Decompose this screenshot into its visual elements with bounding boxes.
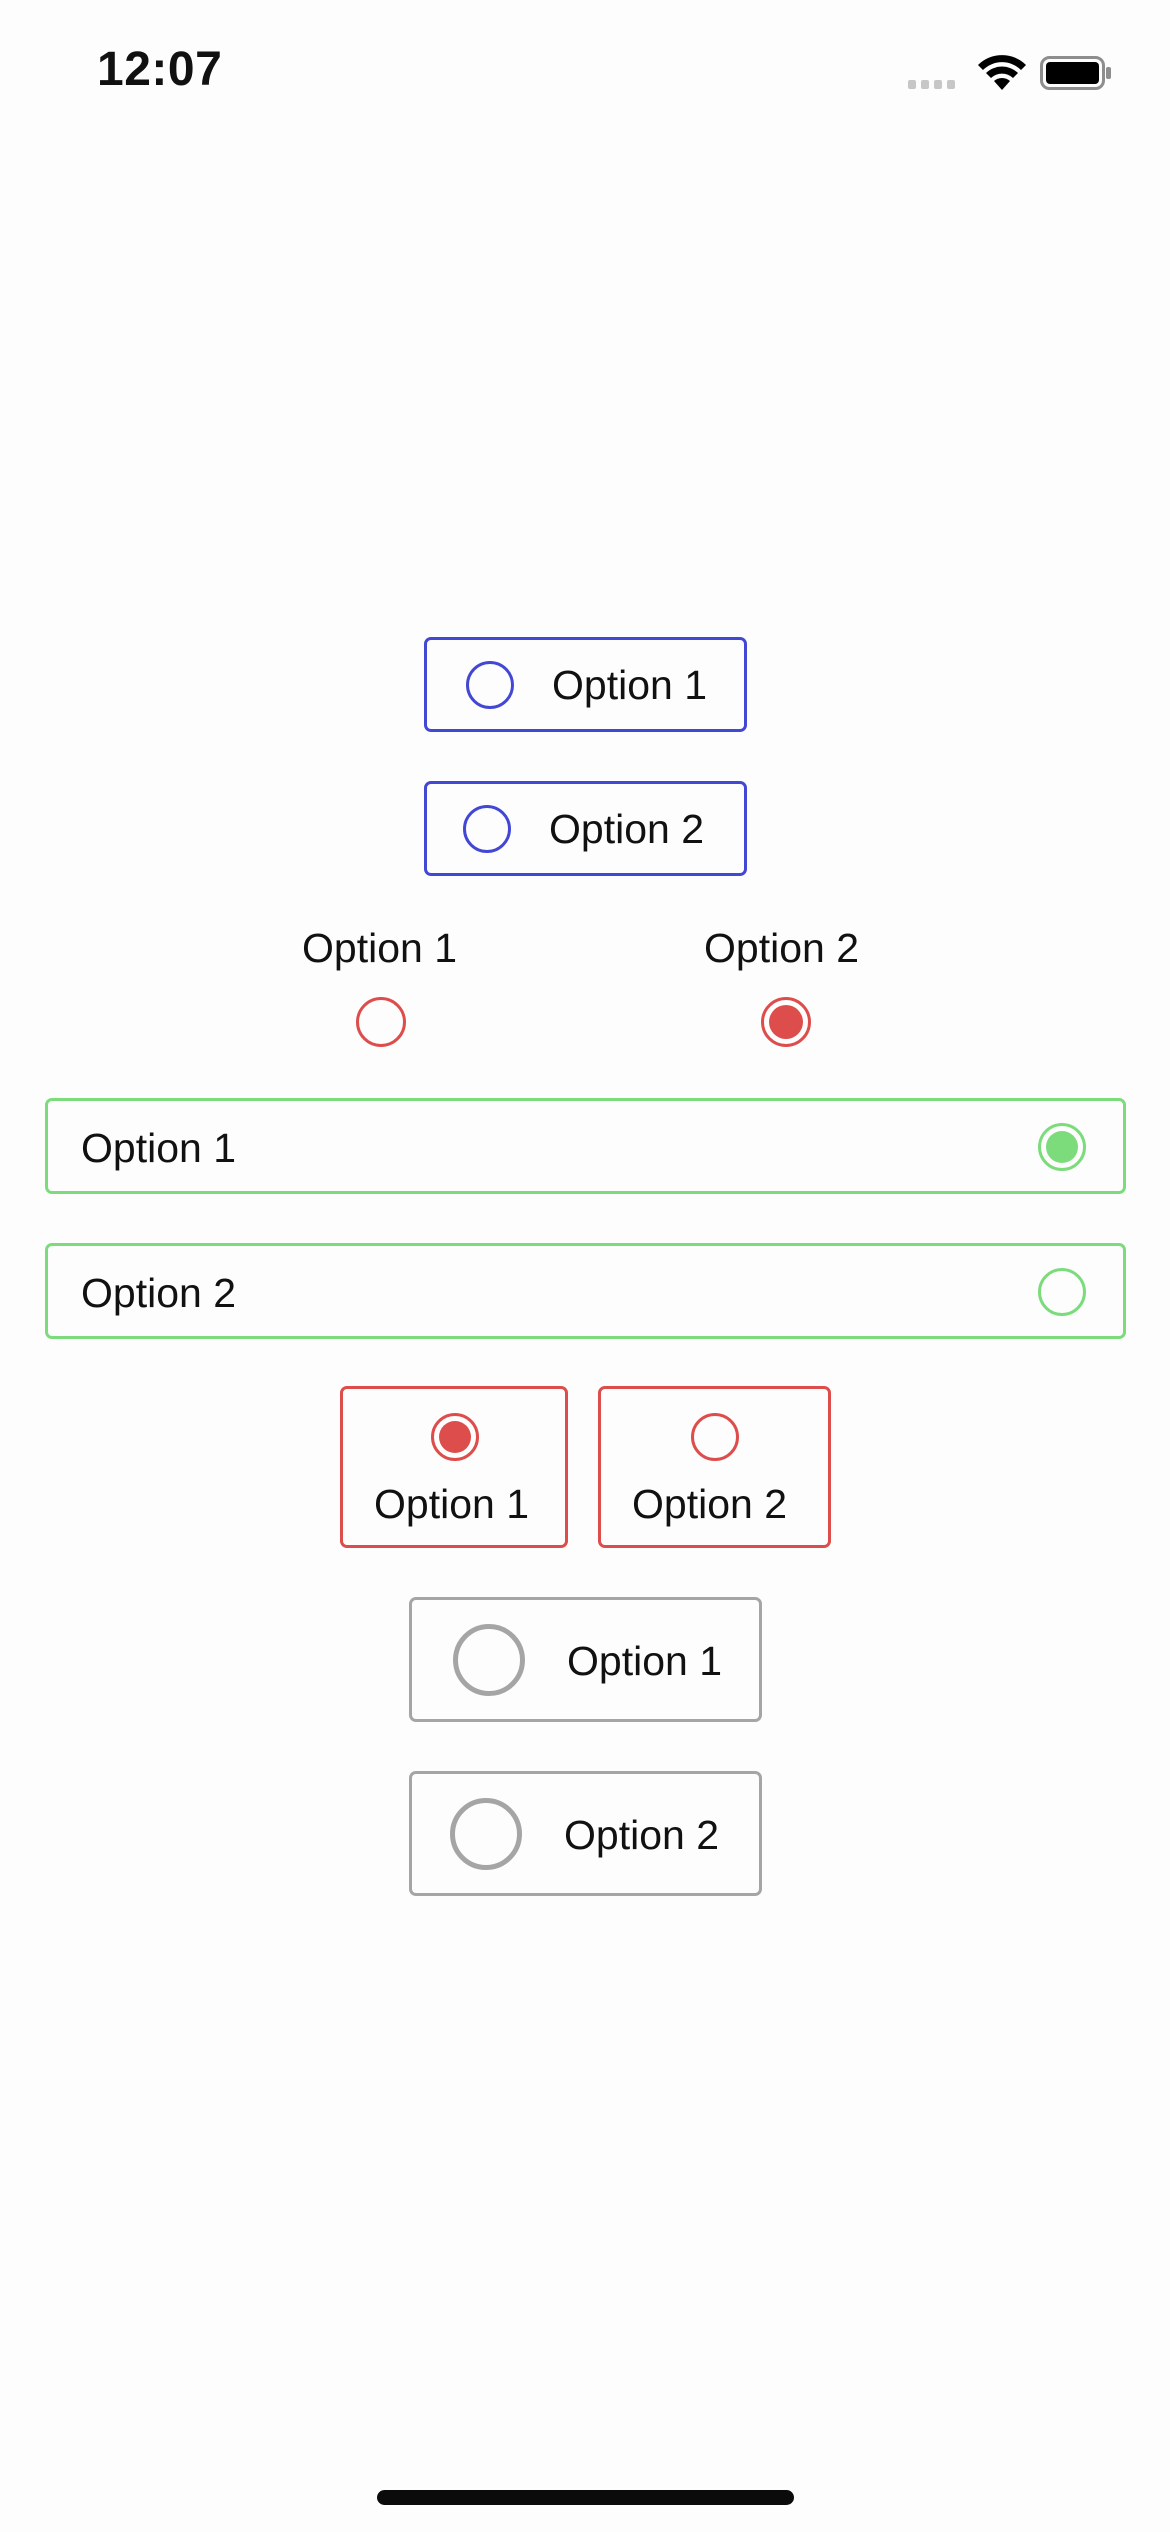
wifi-icon bbox=[978, 55, 1026, 90]
blue-option-1[interactable]: Option 1 bbox=[424, 637, 747, 732]
option-label: Option 1 bbox=[81, 1125, 236, 1171]
option-label: Option 1 bbox=[567, 1638, 722, 1684]
status-time: 12:07 bbox=[97, 43, 223, 96]
red-card-option-1[interactable]: Option 1 bbox=[340, 1386, 568, 1548]
option-label: Option 1 bbox=[374, 1481, 529, 1527]
radio-circle-icon bbox=[450, 1798, 522, 1870]
red-plain-option-2[interactable]: Option 2 bbox=[702, 925, 872, 1050]
gray-option-2[interactable]: Option 2 bbox=[409, 1771, 762, 1896]
green-option-1[interactable]: Option 1 bbox=[45, 1098, 1126, 1194]
radio-circle-icon bbox=[463, 805, 511, 853]
option-label: Option 2 bbox=[549, 806, 704, 852]
green-option-2[interactable]: Option 2 bbox=[45, 1243, 1126, 1339]
option-label: Option 1 bbox=[302, 925, 457, 971]
option-label: Option 2 bbox=[632, 1481, 787, 1527]
home-indicator[interactable] bbox=[377, 2490, 794, 2505]
cellular-signal-icon bbox=[908, 80, 955, 89]
red-card-option-2[interactable]: Option 2 bbox=[598, 1386, 831, 1548]
option-label: Option 2 bbox=[81, 1270, 236, 1316]
radio-selected-icon bbox=[761, 997, 811, 1047]
battery-icon bbox=[1040, 56, 1111, 90]
radio-selected-icon bbox=[1038, 1123, 1086, 1171]
gray-option-1[interactable]: Option 1 bbox=[409, 1597, 762, 1722]
option-label: Option 2 bbox=[704, 925, 859, 971]
radio-circle-icon bbox=[1038, 1268, 1086, 1316]
blue-option-2[interactable]: Option 2 bbox=[424, 781, 747, 876]
radio-circle-icon bbox=[466, 661, 514, 709]
option-label: Option 1 bbox=[552, 662, 707, 708]
screen: 12:07 Option 1 Option 2 Option 1 Option … bbox=[0, 0, 1170, 2532]
red-plain-option-1[interactable]: Option 1 bbox=[300, 925, 464, 1050]
radio-circle-icon bbox=[453, 1624, 525, 1696]
option-label: Option 2 bbox=[564, 1812, 719, 1858]
radio-circle-icon bbox=[691, 1413, 739, 1461]
radio-selected-icon bbox=[431, 1413, 479, 1461]
radio-circle-icon bbox=[356, 997, 406, 1047]
